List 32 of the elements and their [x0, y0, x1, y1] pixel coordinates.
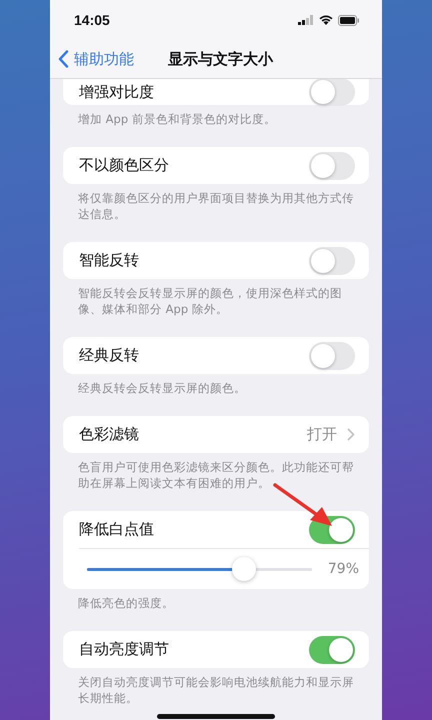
back-button[interactable]: 辅助功能	[50, 50, 134, 68]
setting-description: 增加 App 前景色和背景色的对比度。	[77, 111, 277, 127]
status-time: 14:05	[74, 12, 110, 28]
battery-icon	[338, 14, 360, 26]
annotation-arrow	[272, 482, 334, 528]
slider-reading: 79%	[328, 561, 359, 577]
setting-description: 关闭自动亮度调节可能会影响电池续航能力和显示屏长期性能。	[77, 674, 355, 706]
toggle-switch[interactable]	[309, 246, 355, 274]
toggle-switch[interactable]	[309, 342, 355, 370]
toggle-switch[interactable]	[309, 516, 355, 544]
setting-label: 智能反转	[79, 251, 140, 270]
wifi-icon	[319, 15, 333, 25]
slider-thumb[interactable]	[232, 557, 256, 581]
setting-label: 降低白点值	[79, 520, 155, 539]
setting-label: 自动亮度调节	[79, 640, 170, 659]
toggle-switch[interactable]	[309, 79, 355, 106]
chevron-icon	[347, 428, 355, 441]
toggle-switch[interactable]	[309, 636, 355, 664]
back-chevron-icon	[58, 50, 69, 68]
page-title: 显示与文字大小	[168, 50, 273, 68]
toggle-switch[interactable]	[309, 152, 355, 180]
setting-label: 增强对比度	[79, 82, 155, 102]
signal-icon	[298, 15, 314, 25]
setting-description: 降低亮色的强度。	[77, 595, 175, 611]
setting-description: 色盲用户可使用色彩滤镜来区分颜色。此功能还可帮助在屏幕上阅读文本有困难的用户。	[77, 459, 355, 491]
setting-label: 不以颜色区分	[79, 156, 170, 175]
setting-description: 智能反转会反转显示屏的颜色，使用深色样式的图像、媒体和部分 App 除外。	[77, 285, 343, 317]
setting-label: 经典反转	[79, 346, 140, 365]
setting-description: 经典反转会反转显示屏的颜色。	[77, 380, 247, 396]
setting-value: 打开	[307, 425, 337, 444]
setting-label: 色彩滤镜	[79, 425, 140, 444]
setting-description: 将仅靠颜色区分的用户界面项目替换为用其他方式传达信息。	[77, 190, 355, 222]
